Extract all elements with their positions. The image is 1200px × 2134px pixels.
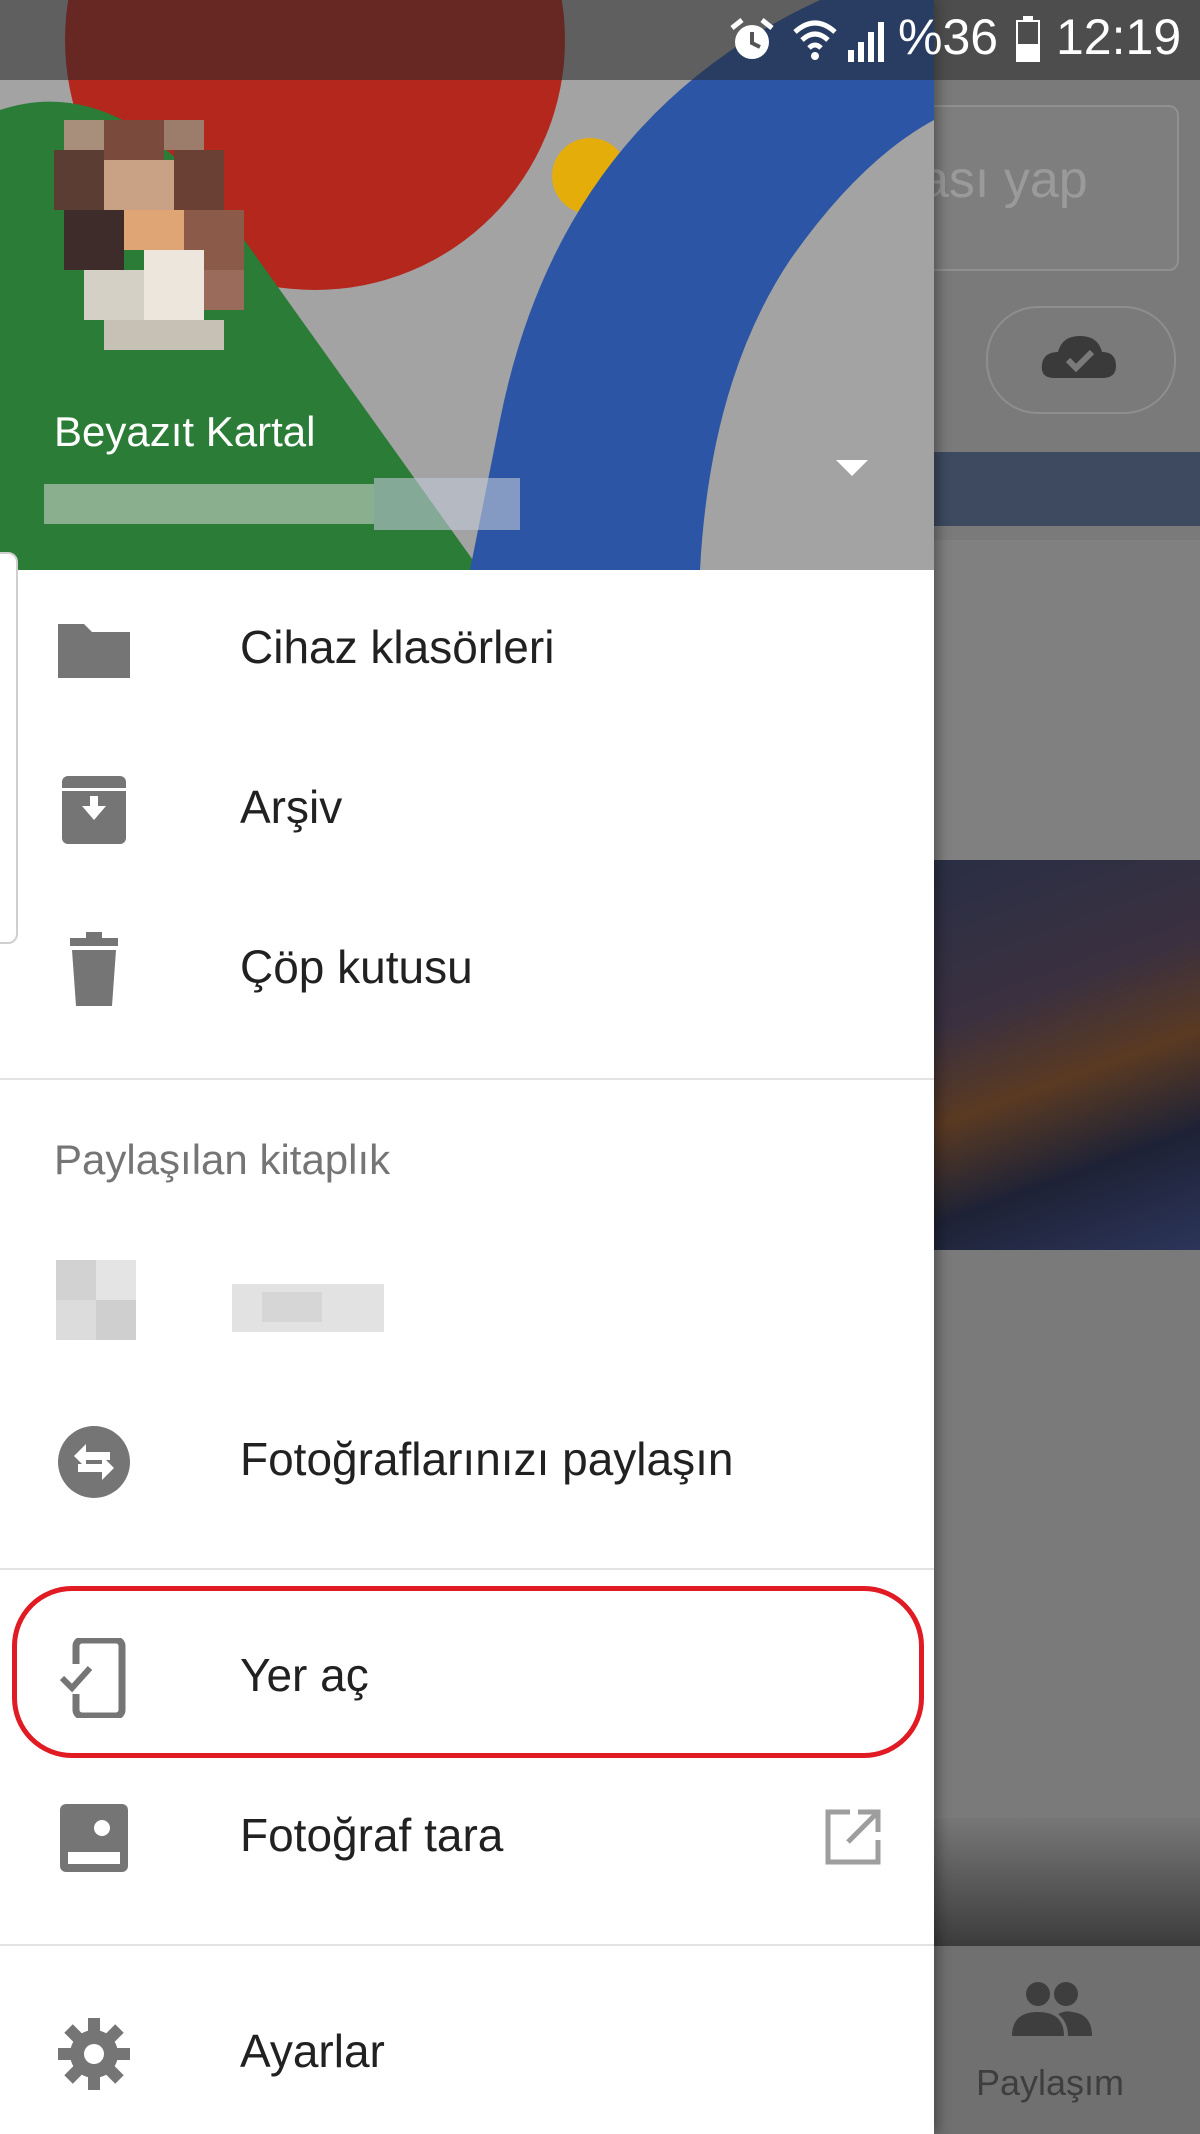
highlight-annotation xyxy=(12,1586,924,1758)
drawer-item-label: Çöp kutusu xyxy=(240,941,473,993)
status-bar: %36 12:19 xyxy=(0,0,1200,80)
battery-icon xyxy=(1016,16,1040,62)
shared-name-redacted xyxy=(232,1284,384,1332)
divider xyxy=(0,1944,934,1946)
clock: 12:19 xyxy=(1056,9,1182,65)
drawer-item-archive[interactable]: Arşiv xyxy=(0,730,934,890)
signal-icon xyxy=(848,22,884,62)
alarm-icon xyxy=(730,18,774,59)
shared-avatar-redacted xyxy=(56,1260,136,1340)
wifi-icon xyxy=(793,20,837,60)
open-external-icon[interactable] xyxy=(824,1808,882,1866)
drawer-item-device-folders[interactable]: Cihaz klasörleri xyxy=(0,570,934,730)
drawer-item-photoscan[interactable]: Fotoğraf tara xyxy=(0,1758,934,1918)
gear-icon xyxy=(58,2018,130,2090)
drawer-item-label: Arşiv xyxy=(240,781,343,833)
folder-icon xyxy=(58,624,130,678)
drawer-header: Beyazıt Kartal xyxy=(0,0,934,570)
account-name: Beyazıt Kartal xyxy=(54,408,316,455)
drawer-item-label: Fotoğraflarınızı paylaşın xyxy=(240,1433,734,1485)
cloud-check-icon xyxy=(1041,336,1116,378)
drawer-item-settings[interactable]: Ayarlar xyxy=(0,1974,934,2134)
bottom-nav xyxy=(930,1946,1200,2134)
divider xyxy=(0,1568,934,1570)
drawer-item-share-photos[interactable]: Fotoğraflarınızı paylaşın xyxy=(0,1382,934,1542)
divider xyxy=(0,1078,934,1080)
drawer-item-trash[interactable]: Çöp kutusu xyxy=(0,890,934,1050)
photoscan-icon xyxy=(60,1804,128,1872)
people-icon xyxy=(1012,1982,1092,2036)
trash-icon xyxy=(70,932,118,1006)
avatar[interactable] xyxy=(34,120,290,350)
account-dropdown-icon[interactable] xyxy=(836,460,868,476)
edge-handle[interactable] xyxy=(0,552,18,944)
share-swap-icon xyxy=(58,1426,130,1498)
drawer-item-label: Cihaz klasörleri xyxy=(240,621,555,673)
search-placeholder: ası yap xyxy=(920,151,1088,209)
drawer-item-label: Ayarlar xyxy=(240,2025,385,2077)
drawer-item-label: Fotoğraf tara xyxy=(240,1809,504,1861)
shared-library-item[interactable] xyxy=(0,1232,934,1392)
shared-library-title: Paylaşılan kitaplık xyxy=(54,1136,391,1183)
battery-percent: %36 xyxy=(898,9,999,65)
navigation-drawer: Beyazıt Kartal Cihaz klasörleri Arşiv Çö… xyxy=(0,0,934,2134)
document-thumbnail[interactable] xyxy=(930,540,1200,860)
account-email-redacted xyxy=(44,478,520,530)
archive-icon xyxy=(62,776,126,844)
thumbnail-strip xyxy=(930,452,1200,526)
bottom-nav-sharing-label[interactable]: Paylaşım xyxy=(965,2062,1135,2104)
photo-thumbnail-2[interactable] xyxy=(930,1818,1200,1946)
photo-thumbnail[interactable] xyxy=(930,860,1200,1250)
